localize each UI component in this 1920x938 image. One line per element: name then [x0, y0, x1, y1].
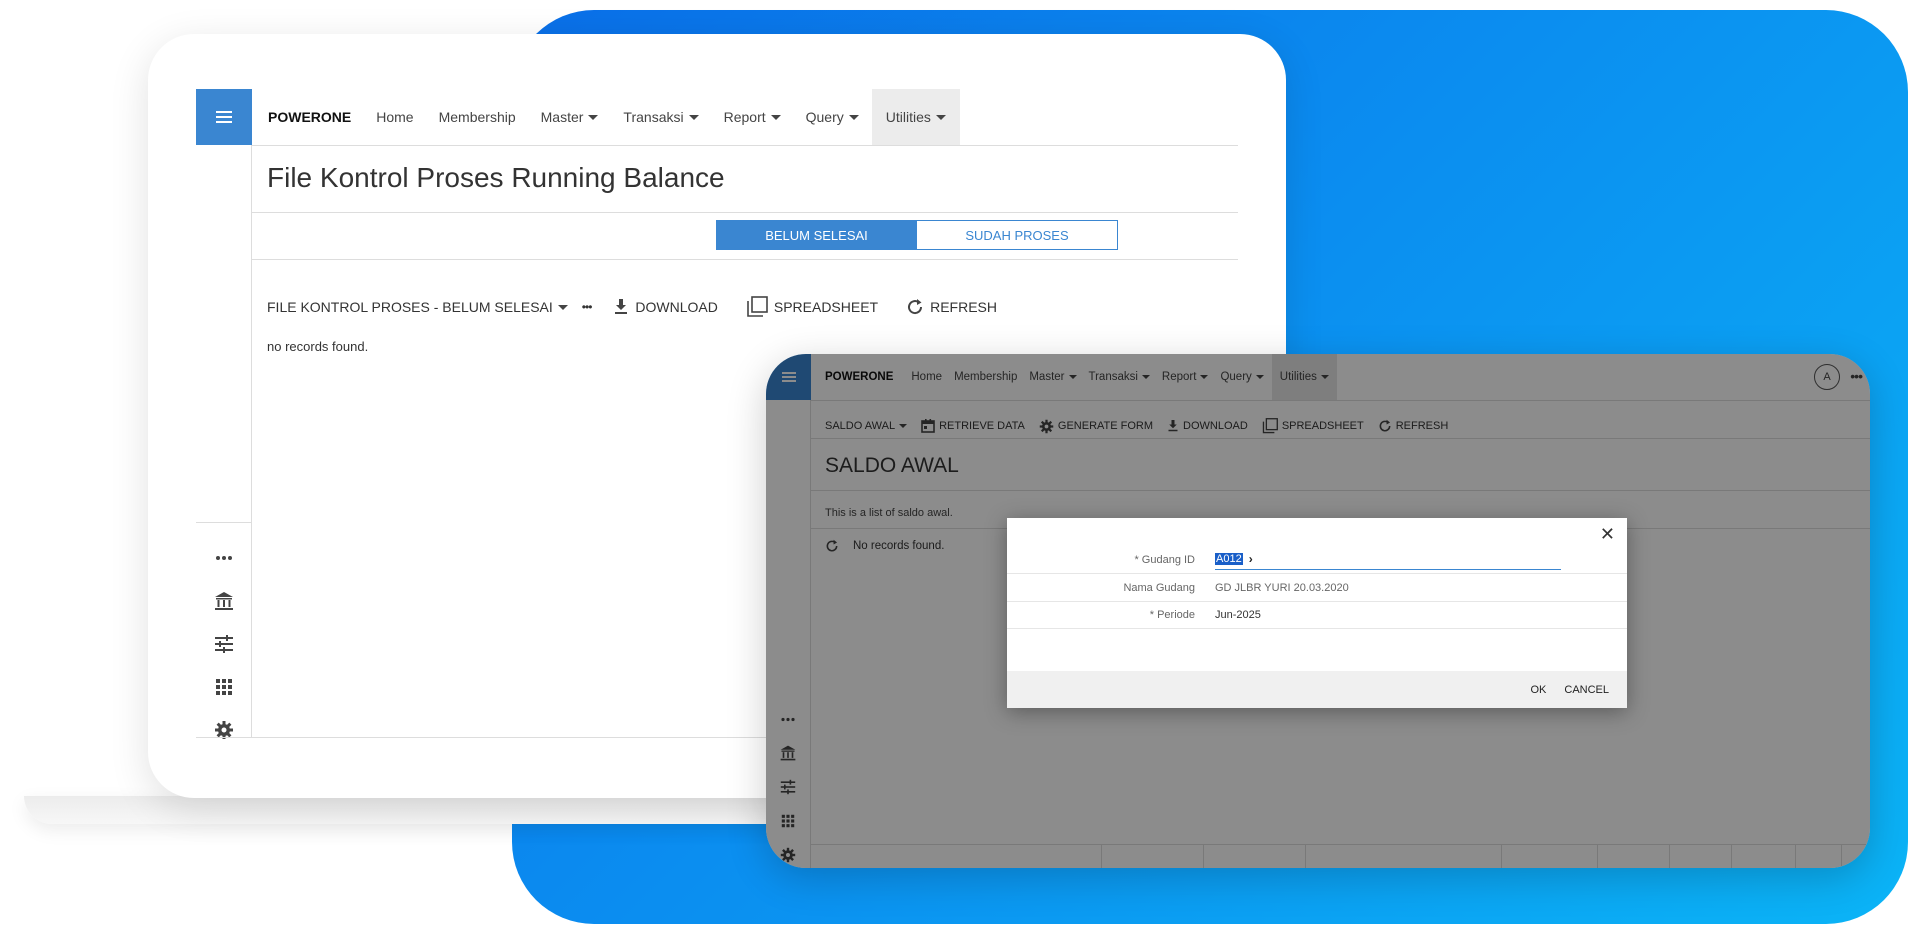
periode-label: * Periode	[1149, 608, 1195, 621]
refresh-icon	[908, 299, 923, 315]
caret-down-icon	[935, 114, 946, 120]
caret-down-icon	[588, 114, 599, 120]
caret-down-icon	[688, 114, 699, 120]
caret-down-icon	[557, 304, 568, 310]
tab-belum-selesai[interactable]: BELUM SELESAI	[716, 220, 917, 250]
gudang-id-input[interactable]: A012 ›	[1215, 549, 1561, 570]
empty-state-text: no records found.	[267, 339, 369, 354]
nav-home[interactable]: Home	[376, 109, 413, 125]
nav-master[interactable]: Master	[541, 109, 599, 125]
close-icon[interactable]: ✕	[1600, 524, 1615, 545]
more-icon[interactable]	[215, 536, 233, 579]
bank-icon[interactable]	[213, 579, 235, 622]
nav-utilities[interactable]: Utilities	[871, 89, 960, 145]
sidebar-icons	[196, 536, 252, 751]
refresh-button[interactable]: REFRESH	[906, 298, 997, 316]
spreadsheet-label: SPREADSHEET	[773, 299, 879, 315]
grid-icon[interactable]	[215, 665, 233, 708]
title-divider	[252, 212, 1238, 213]
dialog-footer: OK CANCEL	[1007, 671, 1627, 708]
gear-icon[interactable]	[214, 708, 234, 751]
sidebar-divider	[196, 522, 252, 523]
cancel-button[interactable]: CANCEL	[1564, 684, 1609, 696]
gudang-id-value: A012	[1215, 553, 1243, 565]
periode-field[interactable]: Jun-2025	[1215, 609, 1261, 621]
view-selector-dropdown[interactable]: FILE KONTROL PROSES - BELUM SELESAI	[267, 299, 568, 315]
caret-down-icon	[770, 114, 781, 120]
sliders-icon[interactable]	[214, 622, 234, 665]
nav-label: Master	[540, 109, 584, 125]
page-title: File Kontrol Proses Running Balance	[267, 162, 725, 193]
view-selector-label: FILE KONTROL PROSES - BELUM SELESAI	[267, 299, 553, 315]
nav-membership[interactable]: Membership	[439, 109, 516, 125]
nav-transaksi[interactable]: Transaksi	[623, 109, 699, 125]
spreadsheet-icon	[747, 296, 768, 317]
saldo-awal-dialog: ✕ * Gudang ID A012 › Nama Gudang GD JLBR…	[1007, 518, 1627, 708]
spreadsheet-button[interactable]: SPREADSHEET	[746, 296, 878, 318]
toolbar: FILE KONTROL PROSES - BELUM SELESAI ••• …	[267, 296, 1025, 318]
nama-gudang-row: Nama Gudang GD JLBR YURI 20.03.2020	[1007, 574, 1627, 602]
hamburger-menu-button[interactable]	[196, 89, 252, 145]
gudang-id-row: * Gudang ID A012 ›	[1007, 546, 1627, 574]
tab-sudah-proses[interactable]: SUDAH PROSES	[917, 220, 1118, 250]
download-icon	[615, 299, 628, 314]
nav-label: Membership	[438, 109, 516, 125]
refresh-label: REFRESH	[930, 299, 998, 315]
gudang-id-label: * Gudang ID	[1134, 553, 1195, 566]
hamburger-icon	[216, 116, 232, 118]
top-navbar: POWERONE Home Membership Master Transaks…	[252, 89, 1238, 146]
nama-gudang-value: GD JLBR YURI 20.03.2020	[1215, 581, 1349, 594]
nav-label: Transaksi	[623, 109, 684, 125]
screen-saldo-awal: POWERONE Home Membership Master Transaks…	[766, 354, 1870, 868]
periode-row: * Periode Jun-2025	[1007, 601, 1627, 629]
nav-label: Report	[723, 109, 766, 125]
nav-label: Query	[805, 109, 844, 125]
chevron-right-icon[interactable]: ›	[1249, 552, 1253, 566]
nav-label: Utilities	[885, 109, 931, 125]
segment-divider	[252, 259, 1238, 260]
brand-logo-text[interactable]: POWERONE	[268, 109, 351, 125]
nav-report[interactable]: Report	[724, 109, 781, 125]
nav-query[interactable]: Query	[806, 109, 859, 125]
download-button[interactable]: DOWNLOAD	[613, 298, 718, 316]
nav-label: Home	[376, 109, 414, 125]
caret-down-icon	[848, 114, 859, 120]
download-label: DOWNLOAD	[635, 299, 718, 315]
status-segmented-control: BELUM SELESAI SUDAH PROSES	[716, 220, 1118, 250]
more-icon: •••	[581, 300, 593, 314]
ok-button[interactable]: OK	[1530, 684, 1546, 696]
nama-gudang-label: Nama Gudang	[1123, 581, 1195, 594]
more-actions-button[interactable]: •••	[581, 300, 593, 314]
